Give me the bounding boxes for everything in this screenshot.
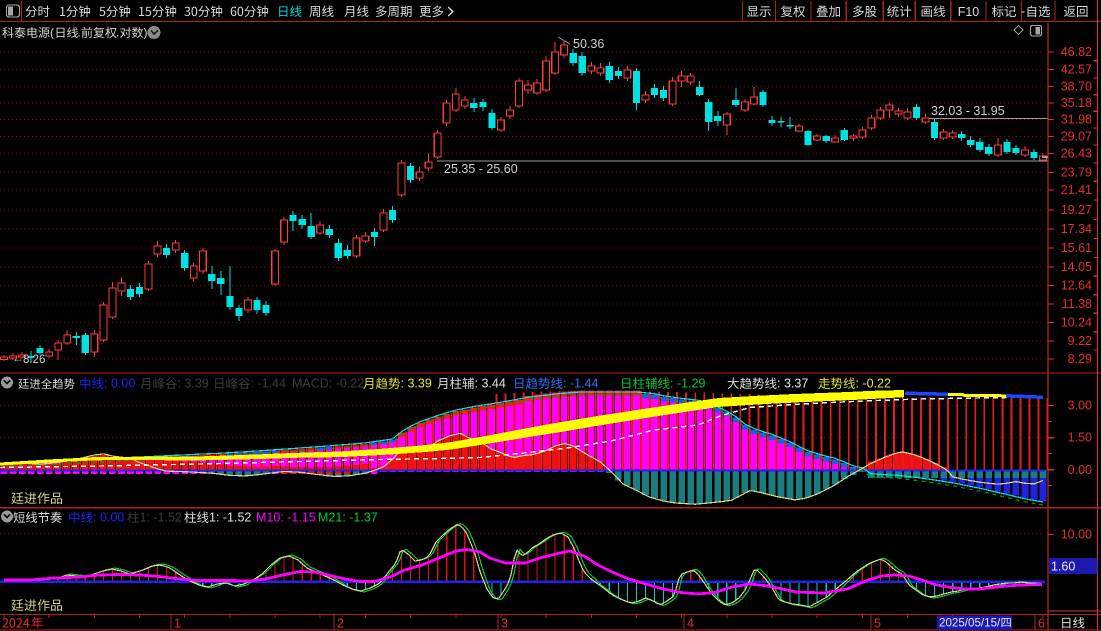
- svg-text:50.36: 50.36: [573, 37, 604, 51]
- svg-text:12.64: 12.64: [1061, 279, 1092, 293]
- svg-text:0.00: 0.00: [1068, 463, 1092, 477]
- svg-text:4: 4: [687, 617, 694, 631]
- svg-text:15.61: 15.61: [1061, 241, 1092, 255]
- svg-text:: -1.29: : -1.29: [670, 377, 705, 391]
- svg-text:2025/05/15/: 2025/05/15/: [939, 617, 1001, 630]
- svg-text:3: 3: [501, 617, 508, 631]
- svg-text:6: 6: [1038, 617, 1045, 631]
- svg-text:-: -: [1021, 5, 1025, 19]
- svg-text:(: (: [50, 26, 54, 40]
- svg-text:8.29: 8.29: [1068, 352, 1092, 366]
- svg-text:5: 5: [874, 617, 881, 631]
- svg-text:1: -1.52: 1: -1.52: [140, 511, 182, 525]
- svg-text:10.00: 10.00: [1061, 528, 1092, 542]
- svg-text:1.50: 1.50: [1068, 431, 1092, 445]
- svg-text:: 3.44: : 3.44: [475, 377, 506, 391]
- svg-text:1.60: 1.60: [1051, 560, 1075, 574]
- svg-text:: 3.39: : 3.39: [178, 377, 209, 391]
- svg-text:3.00: 3.00: [1068, 399, 1092, 413]
- svg-text:38.70: 38.70: [1061, 80, 1092, 94]
- svg-text:M10: -1.15: M10: -1.15: [256, 511, 316, 525]
- svg-text:10.24: 10.24: [1061, 316, 1092, 330]
- svg-text:17.34: 17.34: [1061, 222, 1092, 236]
- svg-text:.: .: [78, 26, 81, 40]
- svg-text:35.18: 35.18: [1061, 96, 1092, 110]
- svg-text:23.79: 23.79: [1061, 166, 1092, 180]
- svg-text:11.38: 11.38: [1062, 297, 1092, 311]
- svg-text:F10: F10: [958, 5, 980, 19]
- svg-text:: -1.44: : -1.44: [563, 377, 598, 391]
- svg-text:42.57: 42.57: [1061, 63, 1092, 77]
- svg-text:19.27: 19.27: [1061, 203, 1092, 217]
- svg-text:32.03 - 31.95: 32.03 - 31.95: [931, 104, 1005, 118]
- svg-text:31.98: 31.98: [1061, 113, 1092, 127]
- svg-text:25.35 - 25.60: 25.35 - 25.60: [444, 162, 518, 176]
- svg-text:: 0.00: : 0.00: [93, 511, 124, 525]
- svg-text:14.05: 14.05: [1061, 260, 1092, 274]
- svg-text:21.41: 21.41: [1061, 183, 1092, 197]
- svg-text:: -1.44: : -1.44: [251, 377, 286, 391]
- svg-text:M21: -1.37: M21: -1.37: [318, 511, 378, 525]
- svg-text:: -0.22: : -0.22: [856, 377, 891, 391]
- svg-text:): ): [144, 26, 148, 40]
- svg-text:: 3.37: : 3.37: [777, 377, 808, 391]
- svg-text:2: 2: [337, 617, 344, 631]
- svg-text:.: .: [116, 26, 119, 40]
- svg-text:1: -1.52: 1: -1.52: [209, 511, 251, 525]
- svg-text:: 0.00: : 0.00: [104, 377, 135, 391]
- svg-text:29.07: 29.07: [1061, 130, 1092, 144]
- svg-text:: 3.39: : 3.39: [401, 377, 432, 391]
- svg-text:9.22: 9.22: [1068, 334, 1092, 348]
- svg-text:26.43: 26.43: [1061, 147, 1092, 161]
- svg-text:MACD: -0.22: MACD: -0.22: [292, 377, 364, 391]
- svg-text:46.82: 46.82: [1061, 45, 1092, 59]
- svg-text:8.26: 8.26: [23, 354, 45, 366]
- svg-text:1: 1: [174, 617, 181, 631]
